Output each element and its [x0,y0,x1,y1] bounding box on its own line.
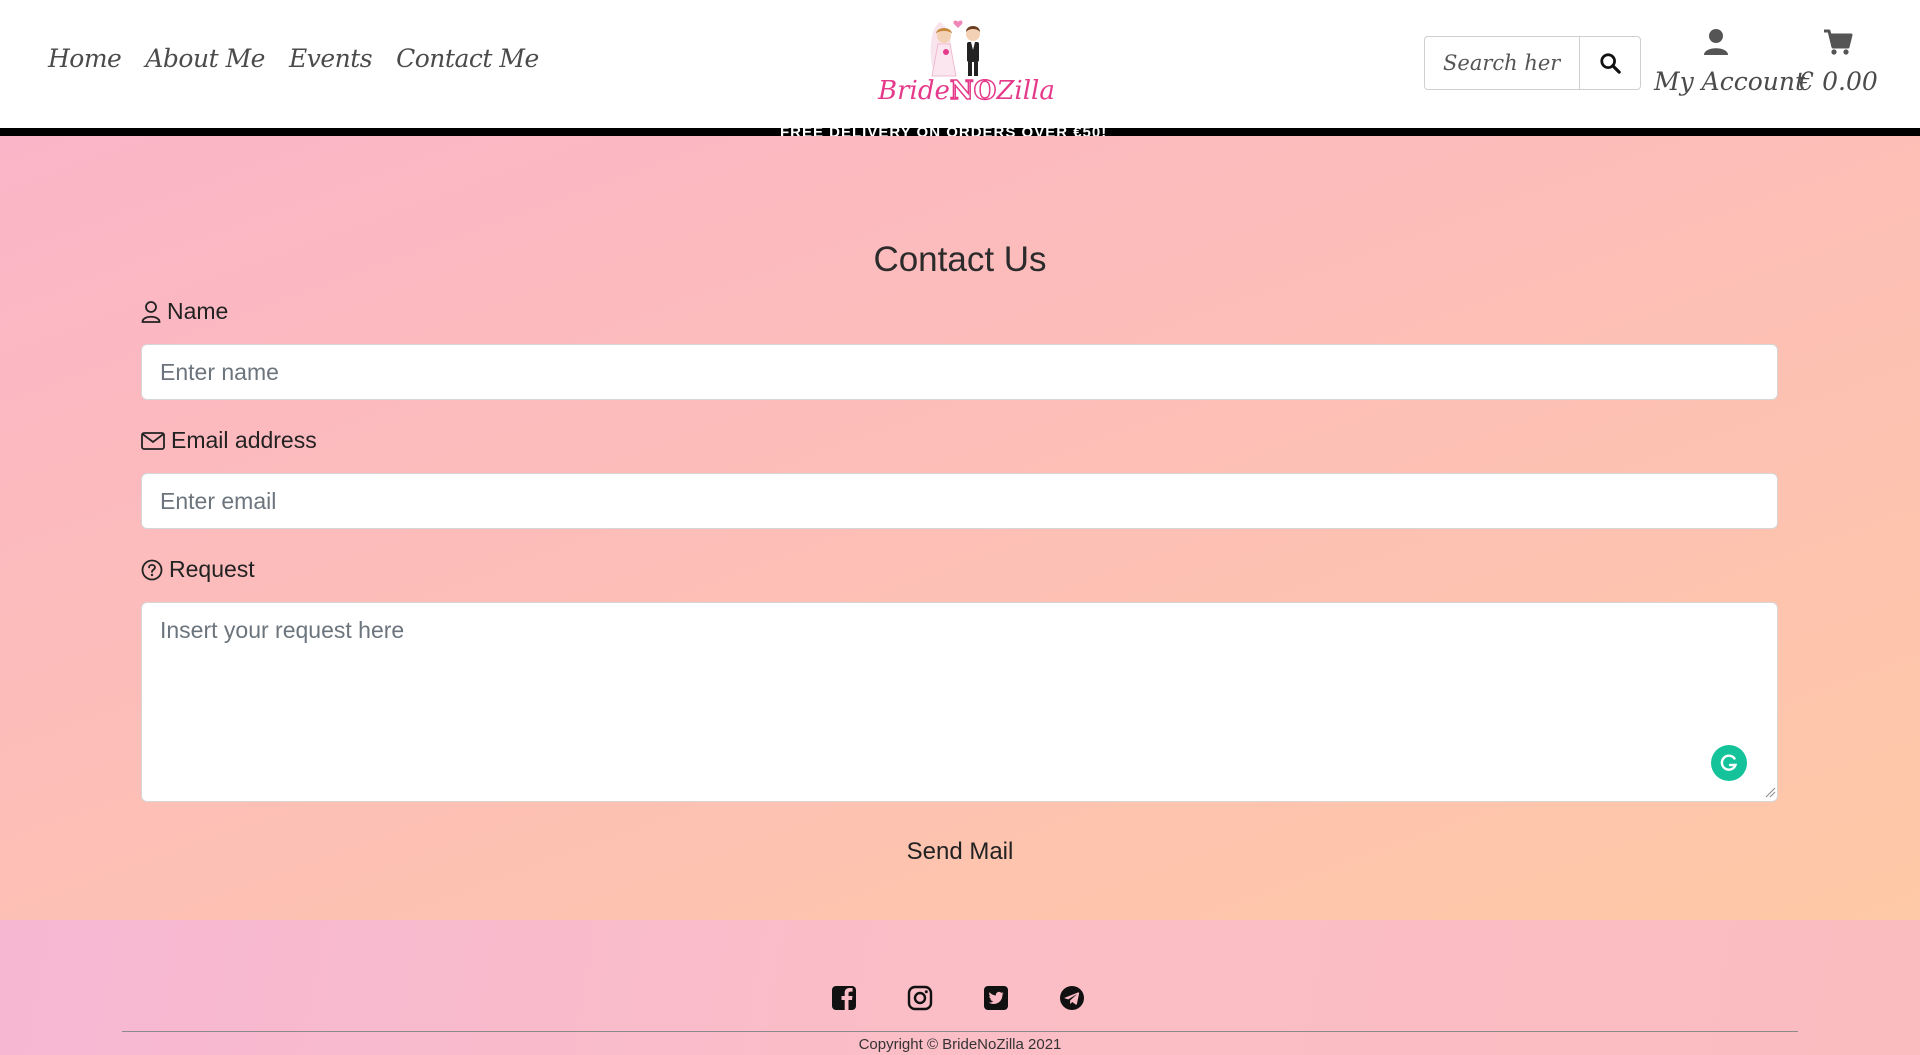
social-links [830,984,1086,1012]
email-input[interactable] [141,473,1778,529]
question-circle-icon [141,559,163,580]
site-footer: Copyright © BrideNoZilla 2021 [0,920,1920,1055]
logo-wordmark: BrideNOZilla [878,75,1055,107]
cart-total: € 0.00 [1798,67,1878,96]
site-header: Home About Me Events Contact Me BrideNOZ… [0,0,1920,128]
search-form [1424,36,1641,90]
my-account-label: My Account [1654,67,1806,96]
main-nav: Home About Me Events Contact Me [48,44,539,73]
user-outline-icon [141,300,161,323]
promo-banner-text: FREE DELIVERY ON ORDERS OVER €50! [780,128,1107,136]
name-label: Name [141,298,228,325]
send-mail-button[interactable]: Send Mail [860,832,1060,872]
nav-events[interactable]: Events [289,44,373,73]
search-input[interactable] [1424,36,1579,90]
footer-divider [122,1031,1798,1032]
name-input[interactable] [141,344,1778,400]
grammarly-icon [1720,754,1738,771]
user-icon [1704,29,1728,55]
site-logo[interactable]: BrideNOZilla [878,14,1055,114]
instagram-icon[interactable] [906,984,934,1012]
cart-link[interactable]: € 0.00 [1798,28,1878,96]
nav-home[interactable]: Home [48,44,122,73]
nav-contact-me[interactable]: Contact Me [396,44,539,73]
request-textarea[interactable] [141,602,1778,802]
promo-banner: FREE DELIVERY ON ORDERS OVER €50! [0,128,1920,136]
envelope-icon [141,431,165,450]
email-label: Email address [141,427,317,454]
nav-about-me[interactable]: About Me [145,44,265,73]
request-label: Request [141,556,255,583]
shopping-cart-icon [1824,29,1853,55]
telegram-icon[interactable] [1058,984,1086,1012]
twitter-icon[interactable] [982,984,1010,1012]
search-icon [1600,53,1621,74]
textarea-resize-handle[interactable] [1764,786,1776,798]
bride-groom-illustration [930,20,980,77]
copyright-text: Copyright © BrideNoZilla 2021 [858,1036,1062,1053]
grammarly-button[interactable] [1711,745,1747,781]
my-account-link[interactable]: My Account [1654,28,1806,96]
facebook-icon[interactable] [830,984,858,1012]
contact-section: Contact Us Name Email address Request [0,136,1920,920]
page-title: Contact Us [873,240,1047,279]
search-button[interactable] [1579,36,1641,90]
